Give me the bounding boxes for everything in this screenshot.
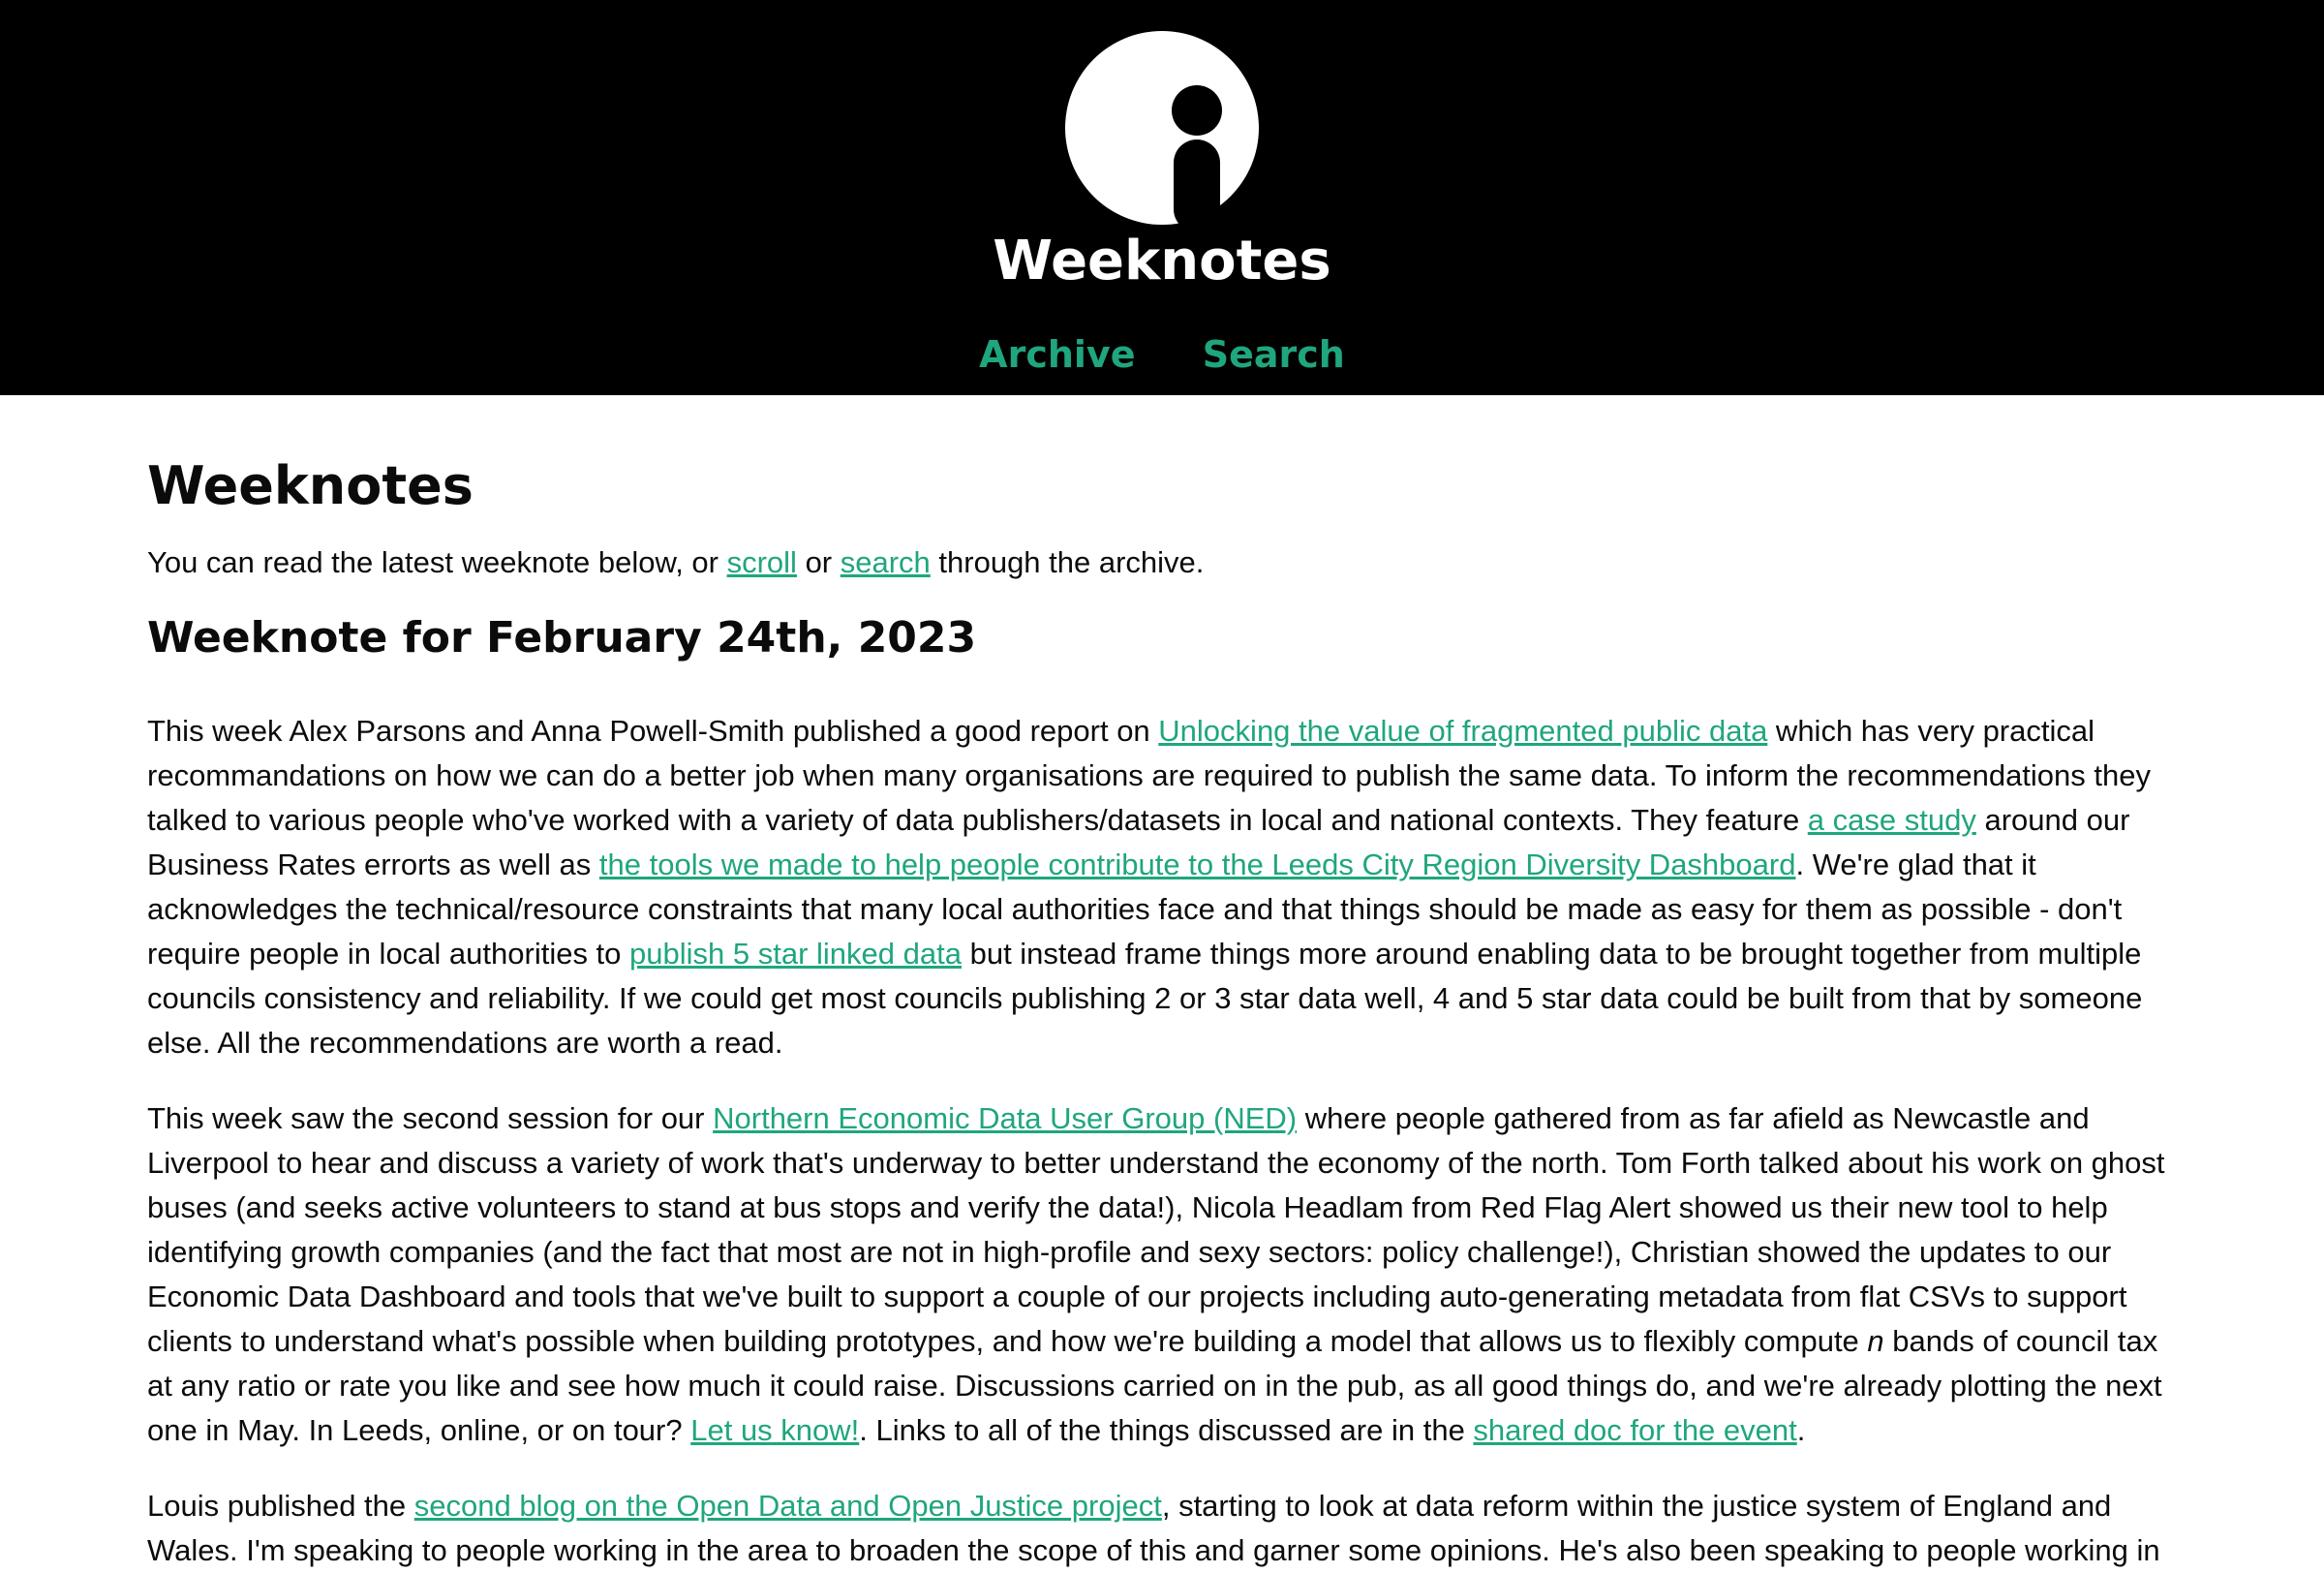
p2-text-2: where people gathered from as far afield… [147, 1101, 2165, 1358]
intro-after: through the archive. [930, 545, 1205, 579]
open-justice-blog-link[interactable]: second blog on the Open Data and Open Ju… [414, 1489, 1162, 1523]
page-title: Weeknotes [147, 455, 474, 516]
nav-archive-link[interactable]: Archive [979, 333, 1135, 376]
p1-text-1: This week Alex Parsons and Anna Powell-S… [147, 714, 1159, 748]
nav-search-link[interactable]: Search [1203, 333, 1345, 376]
ned-user-group-link[interactable]: Northern Economic Data User Group (NED) [713, 1101, 1297, 1135]
diversity-dashboard-tools-link[interactable]: the tools we made to help people contrib… [599, 848, 1796, 881]
weeknote-title: Weeknote for February 24th, 2023 [147, 613, 977, 663]
p2-text-5: . [1796, 1413, 1806, 1447]
paragraph-3: Louis published the second blog on the O… [147, 1484, 2177, 1573]
search-link[interactable]: search [841, 545, 931, 579]
main-content: Weeknotes You can read the latest weekno… [147, 395, 2177, 1573]
case-study-link[interactable]: a case study [1808, 803, 1976, 837]
paragraph-2: This week saw the second session for our… [147, 1096, 2177, 1453]
info-i-logo-icon[interactable] [1065, 31, 1259, 225]
p2-text-4: . Links to all of the things discussed a… [859, 1413, 1474, 1447]
intro-text: You can read the latest weeknote below, … [147, 540, 2177, 585]
p2-text-1: This week saw the second session for our [147, 1101, 714, 1135]
p2-italic-n: n [1867, 1324, 1884, 1358]
fragmented-public-data-link[interactable]: Unlocking the value of fragmented public… [1158, 714, 1767, 748]
five-star-linked-data-link[interactable]: publish 5 star linked data [629, 937, 962, 971]
intro-before: You can read the latest weeknote below, … [147, 545, 727, 579]
shared-doc-link[interactable]: shared doc for the event [1473, 1413, 1796, 1447]
paragraph-1: This week Alex Parsons and Anna Powell-S… [147, 709, 2177, 1065]
site-nav: Archive Search [0, 325, 2324, 384]
scroll-link[interactable]: scroll [727, 545, 797, 579]
site-title: Weeknotes [993, 230, 1331, 293]
intro-middle: or [796, 545, 841, 579]
site-header: Weeknotes Archive Search [0, 0, 2324, 395]
p3-text-1: Louis published the [147, 1489, 414, 1523]
let-us-know-link[interactable]: Let us know! [690, 1413, 859, 1447]
